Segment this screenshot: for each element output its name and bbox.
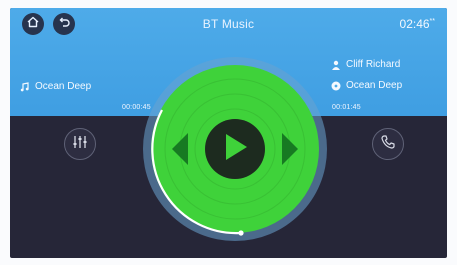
next-icon: [280, 133, 300, 170]
screen: BT Music 02:46** Ocean Deep Cliff Richar…: [10, 8, 447, 258]
play-button[interactable]: [205, 119, 265, 179]
phone-icon: [380, 134, 396, 155]
play-icon: [221, 132, 249, 167]
phone-button[interactable]: [372, 128, 404, 160]
previous-button[interactable]: [170, 132, 190, 171]
equalizer-button[interactable]: [64, 128, 96, 160]
equalizer-icon: [72, 134, 88, 155]
previous-icon: [170, 133, 190, 170]
next-button[interactable]: [280, 132, 300, 171]
progress-knob[interactable]: [238, 230, 244, 236]
